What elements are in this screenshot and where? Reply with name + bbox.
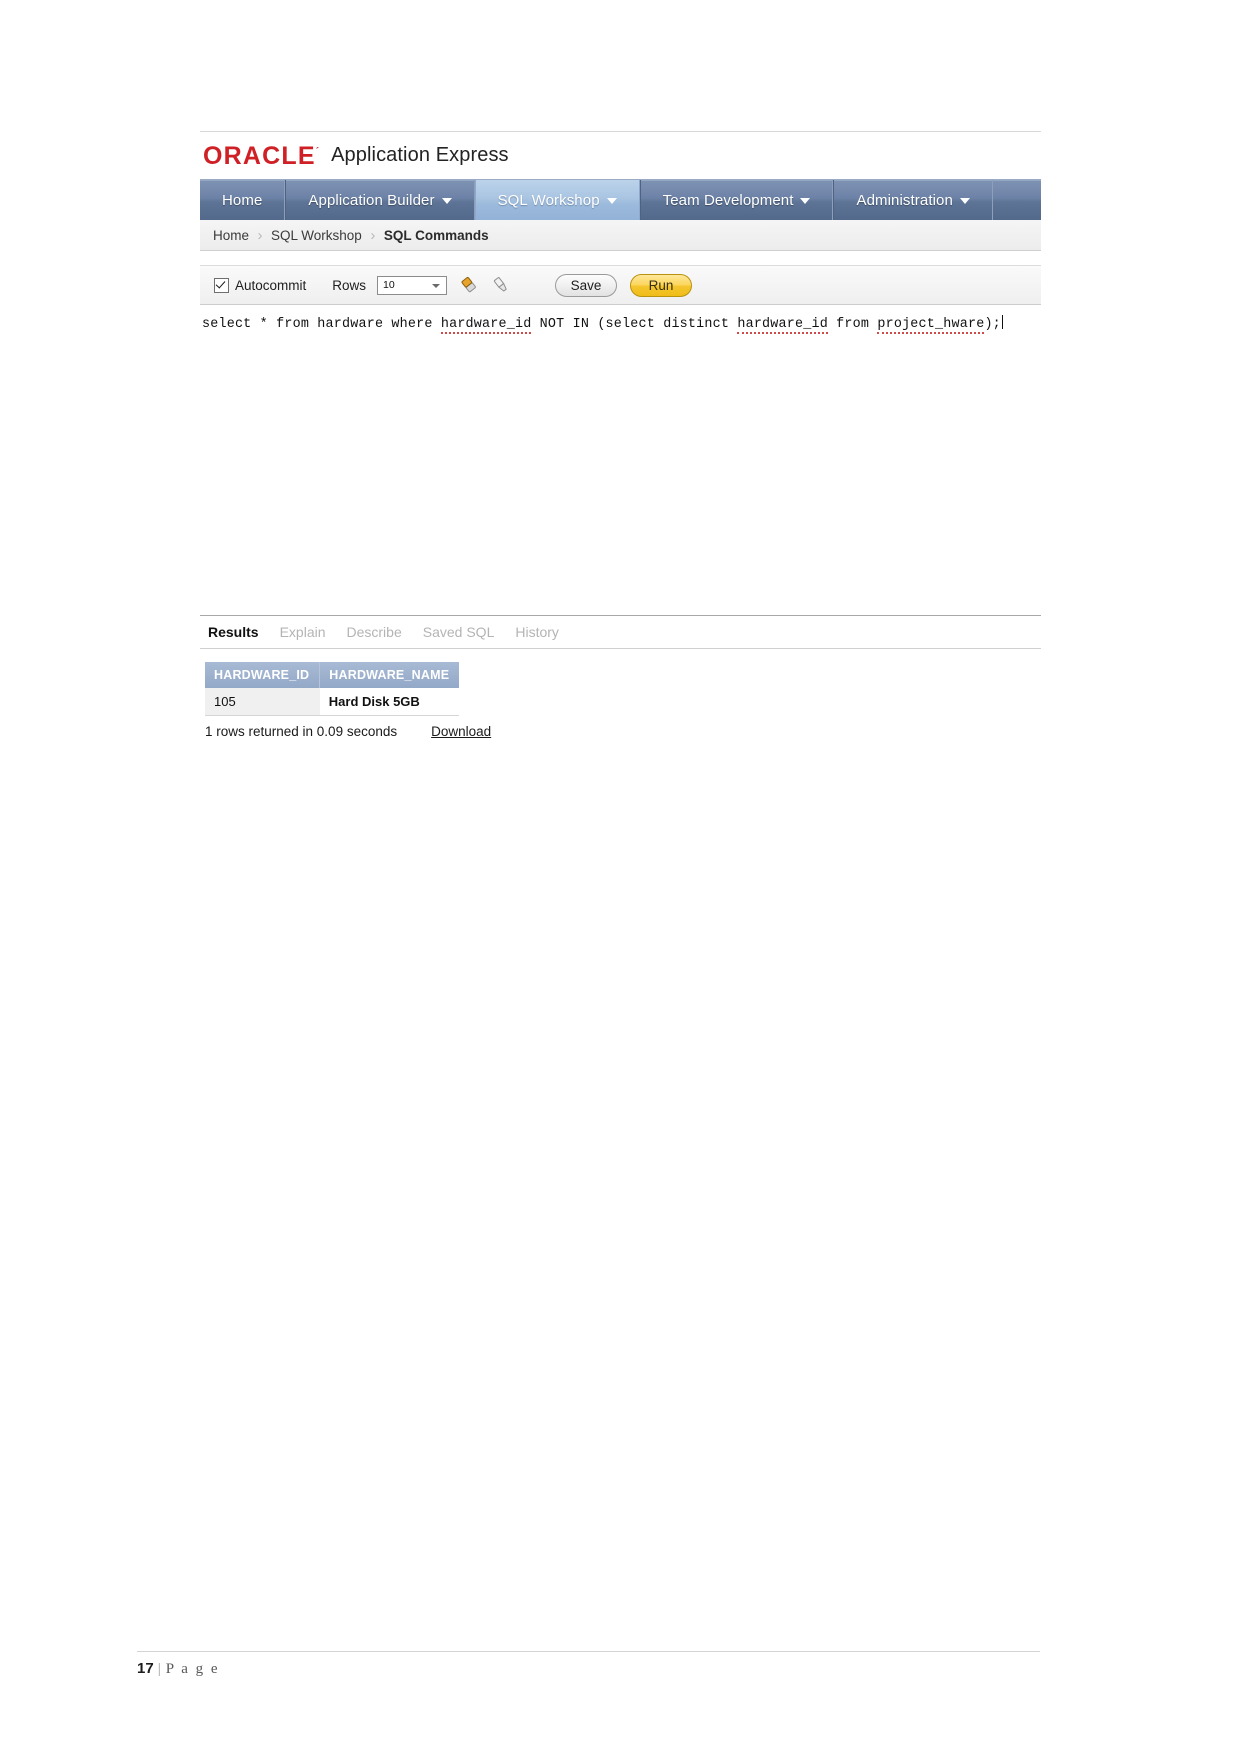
breadcrumb: Home › SQL Workshop › SQL Commands xyxy=(200,220,1041,251)
brand-bar: ORACLE´ Application Express xyxy=(200,132,1041,179)
breadcrumb-separator-icon: › xyxy=(370,226,376,244)
cell-hardware-id: 105 xyxy=(205,688,320,716)
chevron-down-icon xyxy=(432,283,441,288)
nav-tab-sql-workshop[interactable]: SQL Workshop xyxy=(474,180,640,220)
chevron-down-icon xyxy=(800,198,811,204)
tab-history[interactable]: History xyxy=(515,624,559,640)
nav-tab-team-development-label: Team Development xyxy=(662,191,794,209)
oracle-apex-screenshot: ORACLE´ Application Express Home Applica… xyxy=(200,131,1041,739)
page-footer: 17 | P a g e xyxy=(137,1660,220,1678)
save-button[interactable]: Save xyxy=(555,273,618,297)
tab-explain[interactable]: Explain xyxy=(280,624,326,640)
table-header-row: HARDWARE_ID HARDWARE_NAME xyxy=(205,662,460,688)
chevron-down-icon xyxy=(441,198,452,204)
oracle-logo-mark: ´ xyxy=(315,146,320,158)
rows-label: Rows xyxy=(332,277,367,293)
product-title: Application Express xyxy=(331,144,509,166)
nav-tab-administration[interactable]: Administration xyxy=(833,180,993,220)
sql-editor[interactable]: select * from hardware where hardware_id… xyxy=(200,305,1041,616)
nav-tab-home-label: Home xyxy=(222,191,263,209)
nav-tab-home[interactable]: Home xyxy=(200,180,286,220)
nav-tab-administration-label: Administration xyxy=(856,191,953,209)
download-link[interactable]: Download xyxy=(431,724,491,739)
breadcrumb-item-home[interactable]: Home xyxy=(213,228,249,243)
sql-query-text: select * from hardware where hardware_id… xyxy=(202,315,1003,334)
highlighter-icon[interactable] xyxy=(491,275,511,295)
nav-tab-application-builder[interactable]: Application Builder xyxy=(285,180,475,220)
autocommit-label: Autocommit xyxy=(235,277,307,293)
main-navigation: Home Application Builder SQL Workshop Te… xyxy=(200,179,1041,220)
table-row: 105 Hard Disk 5GB xyxy=(205,688,460,716)
results-tab-bar: Results Explain Describe Saved SQL Histo… xyxy=(200,616,1041,649)
results-footer: 1 rows returned in 0.09 seconds Download xyxy=(205,716,1041,739)
rows-select[interactable]: 10 xyxy=(377,275,448,295)
page-footer-word: P a g e xyxy=(165,1661,220,1677)
page-number: 17 xyxy=(137,1660,154,1677)
nav-tab-team-development[interactable]: Team Development xyxy=(639,180,834,220)
nav-tab-application-builder-label: Application Builder xyxy=(308,191,435,209)
tab-describe[interactable]: Describe xyxy=(347,624,402,640)
oracle-logo: ORACLE´ xyxy=(203,144,319,169)
sql-seg-3: hardware_id xyxy=(737,317,828,334)
sql-seg-4: from xyxy=(827,317,878,332)
autocommit-checkbox[interactable] xyxy=(214,277,229,293)
autocommit-control[interactable]: Autocommit xyxy=(214,277,307,293)
tab-results[interactable]: Results xyxy=(208,624,259,640)
chevron-down-icon xyxy=(606,198,617,204)
sql-seg-5: project_hware xyxy=(877,317,985,334)
sql-seg-0: select * from hardware where xyxy=(202,317,441,332)
column-header-hardware-id[interactable]: HARDWARE_ID xyxy=(205,662,321,688)
chevron-down-icon xyxy=(959,198,970,204)
footer-divider xyxy=(137,1651,1040,1652)
sql-seg-1: hardware_id xyxy=(440,317,532,334)
eraser-icon[interactable] xyxy=(459,275,479,295)
sql-seg-2: NOT IN (select distinct xyxy=(531,317,738,332)
breadcrumb-spacer xyxy=(200,251,1041,266)
page-footer-separator: | xyxy=(157,1661,163,1677)
column-header-hardware-name[interactable]: HARDWARE_NAME xyxy=(319,662,460,688)
results-panel: HARDWARE_ID HARDWARE_NAME 105 Hard Disk … xyxy=(200,649,1041,739)
run-button[interactable]: Run xyxy=(630,273,693,297)
text-cursor xyxy=(1001,315,1003,329)
breadcrumb-item-sql-commands: SQL Commands xyxy=(383,227,489,243)
results-status-text: 1 rows returned in 0.09 seconds xyxy=(205,724,398,739)
rows-select-value: 10 xyxy=(383,279,395,291)
sql-command-toolbar: Autocommit Rows 10 Save Run xyxy=(200,266,1041,305)
tab-saved-sql[interactable]: Saved SQL xyxy=(423,624,495,640)
results-table: HARDWARE_ID HARDWARE_NAME 105 Hard Disk … xyxy=(205,662,460,716)
oracle-logo-text: ORACLE xyxy=(203,142,316,170)
breadcrumb-separator-icon: › xyxy=(257,226,263,244)
document-page: ORACLE´ Application Express Home Applica… xyxy=(0,0,1241,1754)
sql-seg-6: ); xyxy=(984,317,1001,332)
cell-hardware-name: Hard Disk 5GB xyxy=(319,688,460,716)
breadcrumb-item-sql-workshop[interactable]: SQL Workshop xyxy=(271,228,362,243)
toolbar-buttons: Save Run xyxy=(555,273,693,297)
nav-tab-sql-workshop-label: SQL Workshop xyxy=(497,191,600,209)
